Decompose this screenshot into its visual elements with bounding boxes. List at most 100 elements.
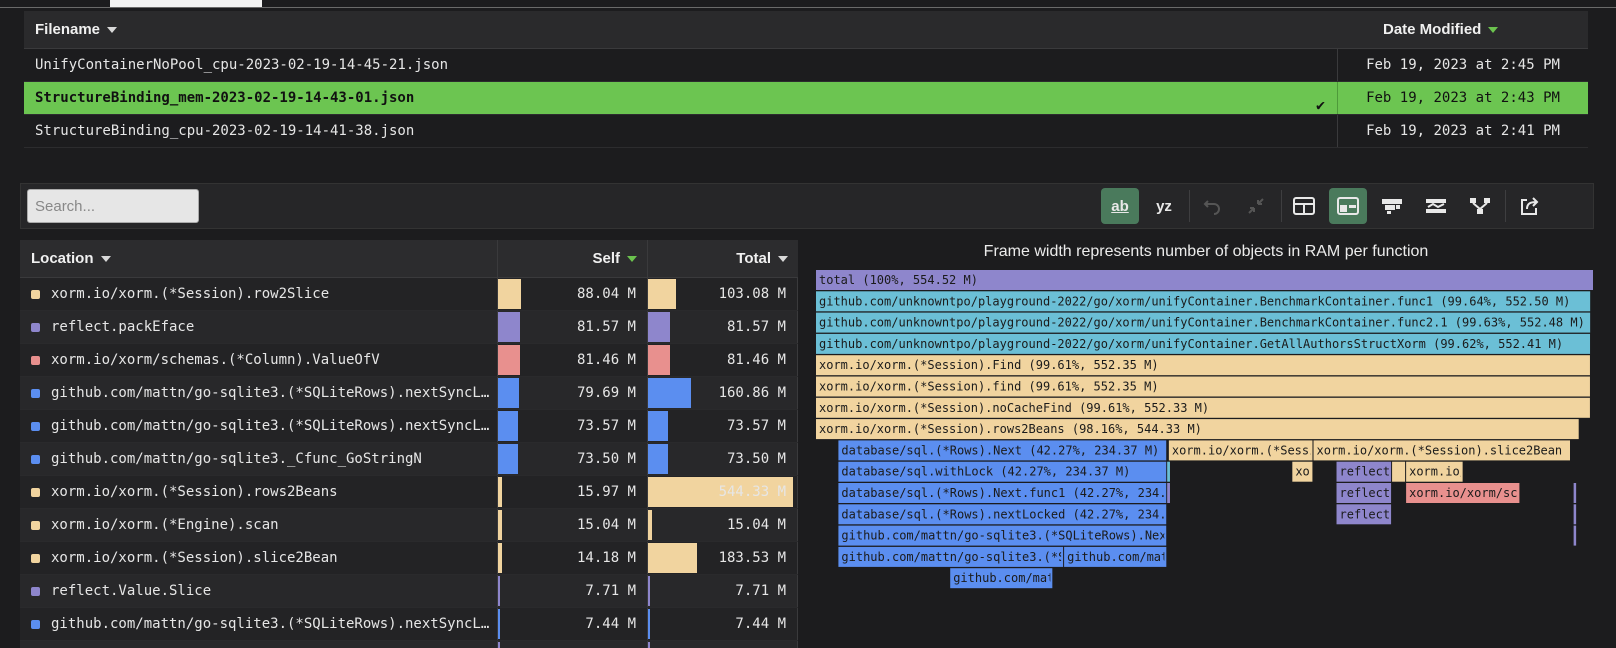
flamegraph-frame[interactable]: github.com/unknowntpo/playground-2022/go…: [816, 312, 1591, 333]
table-icon: [1293, 197, 1315, 215]
table-row[interactable]: github.com/mattn/go-sqlite3.(*SQLiteRows…: [20, 377, 798, 410]
flamegraph-frame[interactable]: [1392, 461, 1406, 482]
undo-icon: [1203, 200, 1220, 215]
total-cell-value: 7.71 M: [735, 583, 786, 599]
table-row[interactable]: github.com/mattn/go-sqlite3.(*SQLiteRows…: [20, 608, 798, 641]
self-cell: 88.04 M: [498, 278, 648, 310]
undo-button[interactable]: [1193, 188, 1231, 224]
icicle-view-button[interactable]: [1373, 188, 1411, 224]
flamegraph-frame-rect[interactable]: [1573, 504, 1577, 525]
file-row[interactable]: UnifyContainerNoPool_cpu-2023-02-19-14-4…: [24, 49, 1588, 82]
flamegraph-frame[interactable]: xorm.io/xorm.(*Session).noCacheFind (99.…: [816, 397, 1590, 418]
flamegraph-frame[interactable]: database/sql.(*Rows).nextLocked (42.27%,…: [838, 504, 1202, 525]
flamegraph-frame-label: database/sql.(*Rows).Next (42.27%, 234.3…: [841, 443, 1159, 457]
table-row[interactable]: github.com/mattn/go-sqlite3._Cfunc_GoStr…: [20, 443, 798, 476]
date-modified-column-header[interactable]: Date Modified: [1338, 21, 1588, 38]
flamegraph-frame[interactable]: [1573, 483, 1577, 503]
total-cell: 103.08 M: [648, 278, 798, 310]
flamegraph-frame[interactable]: database/sql.(*Rows).Next.func1 (42.27%,…: [838, 483, 1202, 503]
flamegraph-frame-rect[interactable]: [1167, 461, 1170, 482]
flamegraph-frame-label: database/sql.(*Rows).nextLocked (42.27%,…: [841, 507, 1202, 521]
tab-bar: [0, 0, 1616, 8]
toolbar-divider: [1505, 190, 1506, 222]
table-row[interactable]: xorm.io/xorm.(*Session).row2Slice 88.04 M…: [20, 278, 798, 311]
table-row[interactable]: xorm.io/xorm.(*Session).rows2Beans 15.97 …: [20, 476, 798, 509]
flamegraph-frame[interactable]: xorm.io/xorm.(*Session).Find (99.61%, 55…: [816, 355, 1590, 376]
flamegraph-frame-label: xorm.io/xorm.(*Session).noCacheFind (99.…: [819, 401, 1209, 415]
location-column-header[interactable]: Location: [20, 240, 498, 277]
flamegraph-frame[interactable]: database/sql.(*Rows).Next (42.27%, 234.3…: [838, 440, 1167, 461]
flamegraph-frame[interactable]: [1573, 504, 1577, 525]
file-row[interactable]: StructureBinding_mem-2023-02-19-14-43-01…: [24, 82, 1588, 115]
split-view-button[interactable]: [1329, 188, 1367, 224]
table-row[interactable]: xorm.io/xorm.(*Session).slice2Bean 14.18 …: [20, 542, 798, 575]
sort-yz-button[interactable]: yz: [1145, 188, 1183, 224]
sort-caret-icon: [1488, 27, 1499, 34]
file-name-text: StructureBinding_mem-2023-02-19-14-43-01…: [35, 90, 415, 106]
flamegraph-frame-rect[interactable]: [1167, 483, 1170, 503]
flamegraph-frame[interactable]: xorm.io/xorm.(*Session).find (99.61%, 55…: [816, 376, 1590, 397]
total-cell: 73.50 M: [648, 443, 798, 475]
file-name: StructureBinding_cpu-2023-02-19-14-41-38…: [24, 123, 1337, 139]
active-tab-indicator[interactable]: [110, 0, 262, 7]
flamegraph-frame-rect[interactable]: [1392, 461, 1406, 482]
flamegraph-frame[interactable]: xorm.io/xorm.(*Session).slice2Bean (33.1…: [1313, 440, 1596, 461]
flamegraph-frame[interactable]: xorm.io/xorm/schemas.(*Column).ValueOfV: [1406, 483, 1596, 503]
flamegraph-frame[interactable]: [1573, 525, 1577, 546]
total-column-header[interactable]: Total: [648, 240, 798, 277]
table-row[interactable]: reflect.packEface 81.57 M 81.57 M: [20, 311, 798, 344]
file-name-text: UnifyContainerNoPool_cpu-2023-02-19-14-4…: [35, 57, 449, 73]
total-cell-bar: [648, 609, 650, 639]
location-cell: reflect.Value.Slice: [20, 575, 498, 607]
self-cell-bar: [498, 279, 522, 309]
total-cell: 81.57 M: [648, 311, 798, 343]
table-row[interactable]: reflect.New 7.39 M 7.39 M: [20, 641, 798, 648]
flamegraph-frame[interactable]: github.com/mattn/go-sqlite3._Cfunc_GoStr…: [950, 568, 1271, 589]
color-swatch-icon: [31, 322, 40, 332]
self-cell: 7.39 M: [498, 641, 648, 648]
total-cell-value: 73.57 M: [726, 418, 786, 434]
flamegraph-frame[interactable]: github.com/unknowntpo/playground-2022/go…: [816, 333, 1591, 354]
flamegraph-frame[interactable]: database/sql.withLock (42.27%, 234.37 M): [838, 461, 1167, 482]
location-name: github.com/mattn/go-sqlite3.(*SQLiteRows…: [51, 616, 491, 632]
self-cell-value: 7.44 M: [585, 616, 636, 632]
flamegraph-frame-label: github.com/mattn/go-sqlite3.(*SQLiteRows…: [1067, 550, 1515, 564]
flamegraph-frame[interactable]: github.com/unknowntpo/playground-2022/go…: [816, 291, 1591, 312]
flamegraph-frame-rect[interactable]: [1573, 483, 1577, 503]
graph-view-button[interactable]: [1461, 188, 1499, 224]
table-row[interactable]: reflect.Value.Slice 7.71 M 7.71 M: [20, 575, 798, 608]
table-row[interactable]: github.com/mattn/go-sqlite3.(*SQLiteRows…: [20, 410, 798, 443]
flamegraph-canvas[interactable]: total (100%, 554.52 M) github.com/unknown…: [816, 270, 1596, 648]
sort-ab-button[interactable]: ab: [1101, 188, 1139, 224]
flamegraph-view-button[interactable]: [1417, 188, 1455, 224]
flamegraph-frame[interactable]: github.com/mattn/go-sqlite3.(*SQLiteRows…: [1064, 546, 1515, 567]
table-view-button[interactable]: [1285, 188, 1323, 224]
flamegraph-frame-label: reflect.packEface: [1340, 507, 1463, 521]
sort-caret-icon: [778, 255, 788, 262]
self-cell-bar: [498, 444, 518, 474]
flamegraph-frame[interactable]: total (100%, 554.52 M): [816, 270, 1593, 290]
file-list-header: Filename Date Modified: [24, 11, 1588, 49]
flamegraph-frame[interactable]: github.com/mattn/go-sqlite3.(*SQLiteRows…: [838, 525, 1173, 546]
flamegraph-frame[interactable]: xorm.io/xorm.getFieldValue: [1406, 461, 1596, 482]
total-cell-bar: [648, 378, 691, 408]
color-swatch-icon: [31, 553, 40, 563]
flamegraph-frame[interactable]: xorm.io/xorm.(*Session).rows2Beans (98.1…: [816, 419, 1579, 440]
color-swatch-icon: [31, 454, 40, 464]
collapse-button[interactable]: [1237, 188, 1275, 224]
file-row[interactable]: StructureBinding_cpu-2023-02-19-14-41-38…: [24, 115, 1588, 148]
search-input[interactable]: [27, 189, 199, 223]
self-column-header[interactable]: Self: [498, 240, 648, 277]
location-name: reflect.packEface: [51, 319, 195, 335]
total-cell-bar: [648, 510, 652, 540]
table-row[interactable]: xorm.io/xorm/schemas.(*Column).ValueOfV 8…: [20, 344, 798, 377]
flamegraph-frame[interactable]: reflect.packEface: [1336, 504, 1463, 525]
flamegraph-frame-rect[interactable]: [1573, 525, 1577, 546]
filename-column-header[interactable]: Filename: [24, 21, 1338, 38]
table-row[interactable]: xorm.io/xorm.(*Engine).scan 15.04 M 15.04 …: [20, 509, 798, 542]
profile-file-list: Filename Date Modified UnifyContainerNoP…: [24, 11, 1588, 148]
export-button[interactable]: [1511, 188, 1549, 224]
flamegraph-frame[interactable]: [1167, 483, 1170, 503]
flamegraph-frame[interactable]: [1167, 461, 1170, 482]
flamegraph-frame[interactable]: github.com/mattn/go-sqlite3.(*SQLiteRows…: [838, 546, 1246, 567]
